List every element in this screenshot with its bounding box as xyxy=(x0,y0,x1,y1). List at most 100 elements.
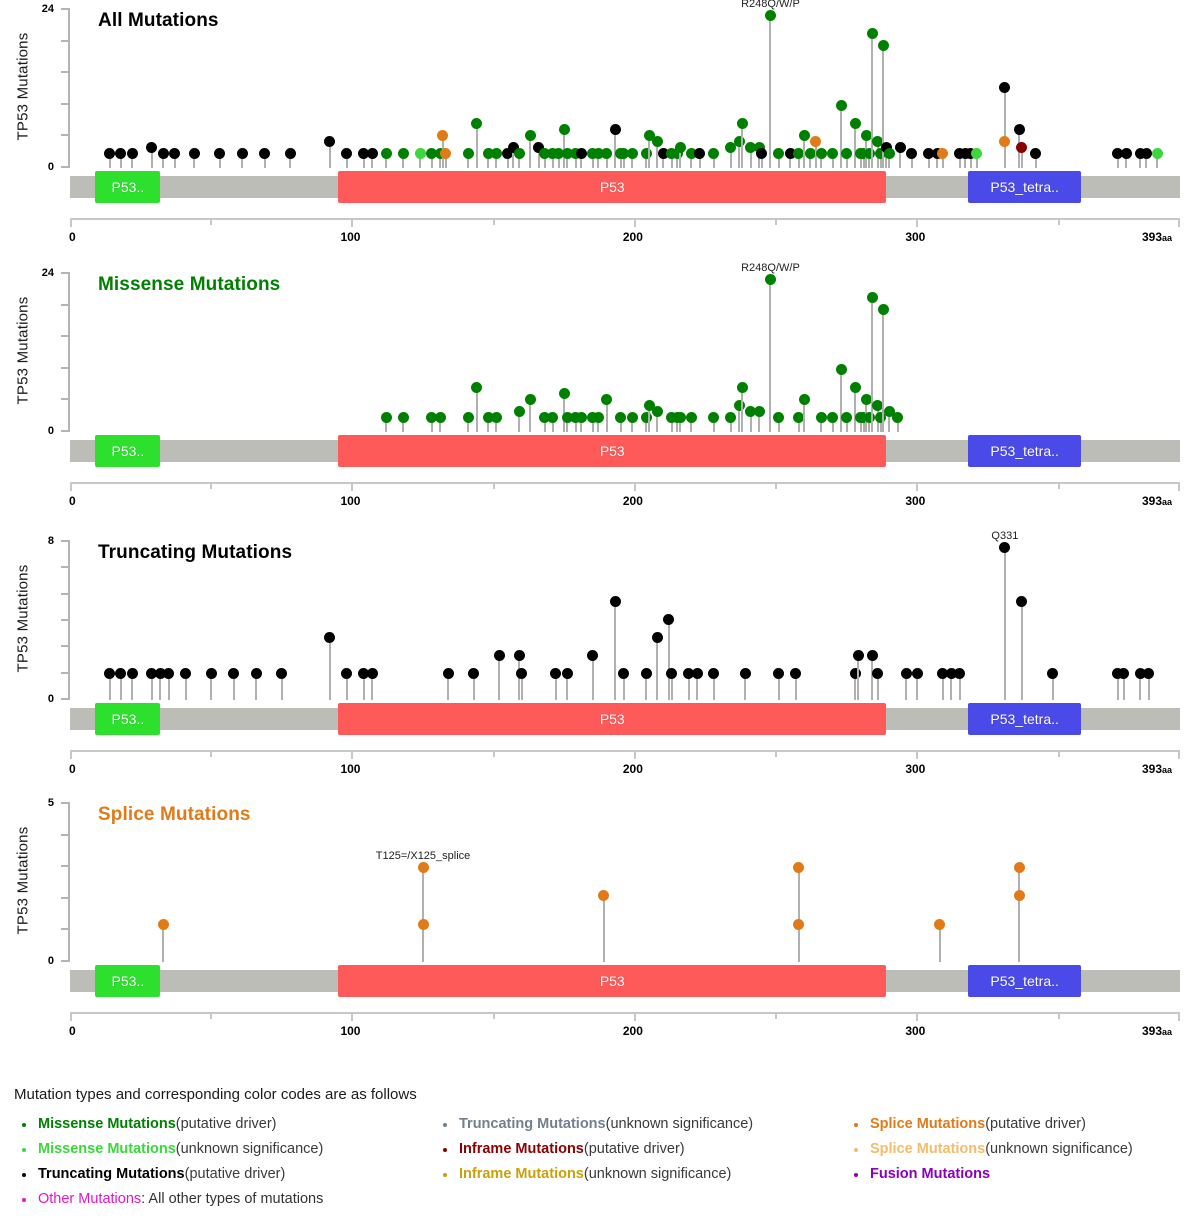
lollipop-head[interactable] xyxy=(674,412,686,423)
lollipop-head[interactable] xyxy=(1140,148,1152,159)
lollipop-head[interactable] xyxy=(708,668,720,679)
lollipop-stem[interactable] xyxy=(854,124,857,168)
lollipop-head[interactable] xyxy=(773,668,785,679)
protein-domain-0[interactable]: P53.. xyxy=(95,171,161,203)
lollipop-head[interactable] xyxy=(666,668,678,679)
lollipop-head[interactable] xyxy=(1151,148,1163,159)
lollipop-head[interactable] xyxy=(180,668,192,679)
lollipop-head[interactable] xyxy=(601,148,613,159)
lollipop-head[interactable] xyxy=(773,412,785,423)
lollipop-stem[interactable] xyxy=(475,388,478,432)
lollipop-head[interactable] xyxy=(157,919,169,931)
lollipop-head[interactable] xyxy=(764,274,776,285)
lollipop-head[interactable] xyxy=(462,412,474,423)
lollipop-head[interactable] xyxy=(685,412,697,423)
lollipop-stem[interactable] xyxy=(840,370,843,432)
lollipop-head[interactable] xyxy=(259,148,271,159)
lollipop-head[interactable] xyxy=(324,136,336,147)
lollipop-head[interactable] xyxy=(872,668,884,679)
lollipop-head[interactable] xyxy=(1016,596,1028,607)
lollipop-head[interactable] xyxy=(626,148,638,159)
lollipop-head[interactable] xyxy=(468,668,480,679)
lollipop-head[interactable] xyxy=(609,596,621,607)
protein-domain-0[interactable]: P53.. xyxy=(95,965,161,997)
lollipop-head[interactable] xyxy=(397,148,409,159)
lollipop-head[interactable] xyxy=(1118,668,1129,679)
protein-domain-2[interactable]: P53_tetra.. xyxy=(968,435,1082,467)
lollipop-stem[interactable] xyxy=(871,298,874,432)
lollipop-head[interactable] xyxy=(126,668,138,679)
lollipop-head[interactable] xyxy=(835,364,847,375)
lollipop-head[interactable] xyxy=(934,919,946,931)
lollipop-head[interactable] xyxy=(999,542,1011,553)
lollipop-head[interactable] xyxy=(900,668,912,679)
lollipop-head[interactable] xyxy=(513,650,525,661)
lollipop-head[interactable] xyxy=(651,136,663,147)
lollipop-head[interactable] xyxy=(471,118,483,129)
protein-domain-1[interactable]: P53 xyxy=(338,703,887,735)
protein-domain-0[interactable]: P53.. xyxy=(95,703,161,735)
lollipop-head[interactable] xyxy=(663,614,675,625)
lollipop-head[interactable] xyxy=(380,148,392,159)
lollipop-head[interactable] xyxy=(1016,142,1028,153)
lollipop-head[interactable] xyxy=(380,412,392,423)
lollipop-head[interactable] xyxy=(547,412,559,423)
lollipop-stem[interactable] xyxy=(871,656,874,700)
lollipop-head[interactable] xyxy=(157,148,169,159)
lollipop-head[interactable] xyxy=(971,148,983,159)
lollipop-head[interactable] xyxy=(115,148,127,159)
lollipop-stem[interactable] xyxy=(591,656,594,700)
lollipop-head[interactable] xyxy=(815,412,827,423)
lollipop-head[interactable] xyxy=(104,668,116,679)
lollipop-head[interactable] xyxy=(462,148,474,159)
lollipop-head[interactable] xyxy=(434,412,446,423)
lollipop-head[interactable] xyxy=(558,124,570,135)
lollipop-head[interactable] xyxy=(575,148,587,159)
lollipop-head[interactable] xyxy=(725,412,737,423)
lollipop-head[interactable] xyxy=(753,406,765,417)
protein-domain-1[interactable]: P53 xyxy=(338,965,887,997)
lollipop-stem[interactable] xyxy=(602,896,605,962)
lollipop-stem[interactable] xyxy=(840,106,843,168)
lollipop-head[interactable] xyxy=(1013,861,1025,873)
lollipop-head[interactable] xyxy=(169,148,180,159)
lollipop-head[interactable] xyxy=(561,668,573,679)
lollipop-head[interactable] xyxy=(276,668,288,679)
lollipop-head[interactable] xyxy=(877,304,889,315)
lollipop-head[interactable] xyxy=(810,136,822,147)
lollipop-head[interactable] xyxy=(999,136,1011,147)
lollipop-head[interactable] xyxy=(615,412,627,423)
lollipop-head[interactable] xyxy=(609,124,621,135)
lollipop-head[interactable] xyxy=(618,668,630,679)
lollipop-head[interactable] xyxy=(366,668,378,679)
lollipop-head[interactable] xyxy=(651,406,663,417)
lollipop-stem[interactable] xyxy=(797,925,800,962)
lollipop-head[interactable] xyxy=(104,148,116,159)
lollipop-stem[interactable] xyxy=(1003,548,1006,700)
lollipop-head[interactable] xyxy=(442,668,454,679)
protein-domain-1[interactable]: P53 xyxy=(338,435,887,467)
lollipop-stem[interactable] xyxy=(498,656,501,700)
lollipop-head[interactable] xyxy=(1047,668,1059,679)
lollipop-head[interactable] xyxy=(1013,890,1025,902)
lollipop-head[interactable] xyxy=(877,40,889,51)
lollipop-head[interactable] xyxy=(894,142,906,153)
lollipop-stem[interactable] xyxy=(656,638,659,700)
lollipop-head[interactable] xyxy=(115,668,127,679)
lollipop-head[interactable] xyxy=(651,632,663,643)
lollipop-head[interactable] xyxy=(827,148,839,159)
lollipop-head[interactable] xyxy=(188,148,200,159)
lollipop-head[interactable] xyxy=(733,136,745,147)
protein-domain-2[interactable]: P53_tetra.. xyxy=(968,965,1082,997)
lollipop-head[interactable] xyxy=(1013,124,1025,135)
lollipop-head[interactable] xyxy=(558,388,570,399)
lollipop-head[interactable] xyxy=(911,668,923,679)
lollipop-stem[interactable] xyxy=(769,280,772,432)
lollipop-head[interactable] xyxy=(440,148,452,159)
lollipop-head[interactable] xyxy=(999,82,1011,93)
lollipop-head[interactable] xyxy=(598,890,610,902)
lollipop-head[interactable] xyxy=(228,668,240,679)
lollipop-head[interactable] xyxy=(815,148,827,159)
lollipop-head[interactable] xyxy=(417,919,429,931)
lollipop-head[interactable] xyxy=(575,412,587,423)
